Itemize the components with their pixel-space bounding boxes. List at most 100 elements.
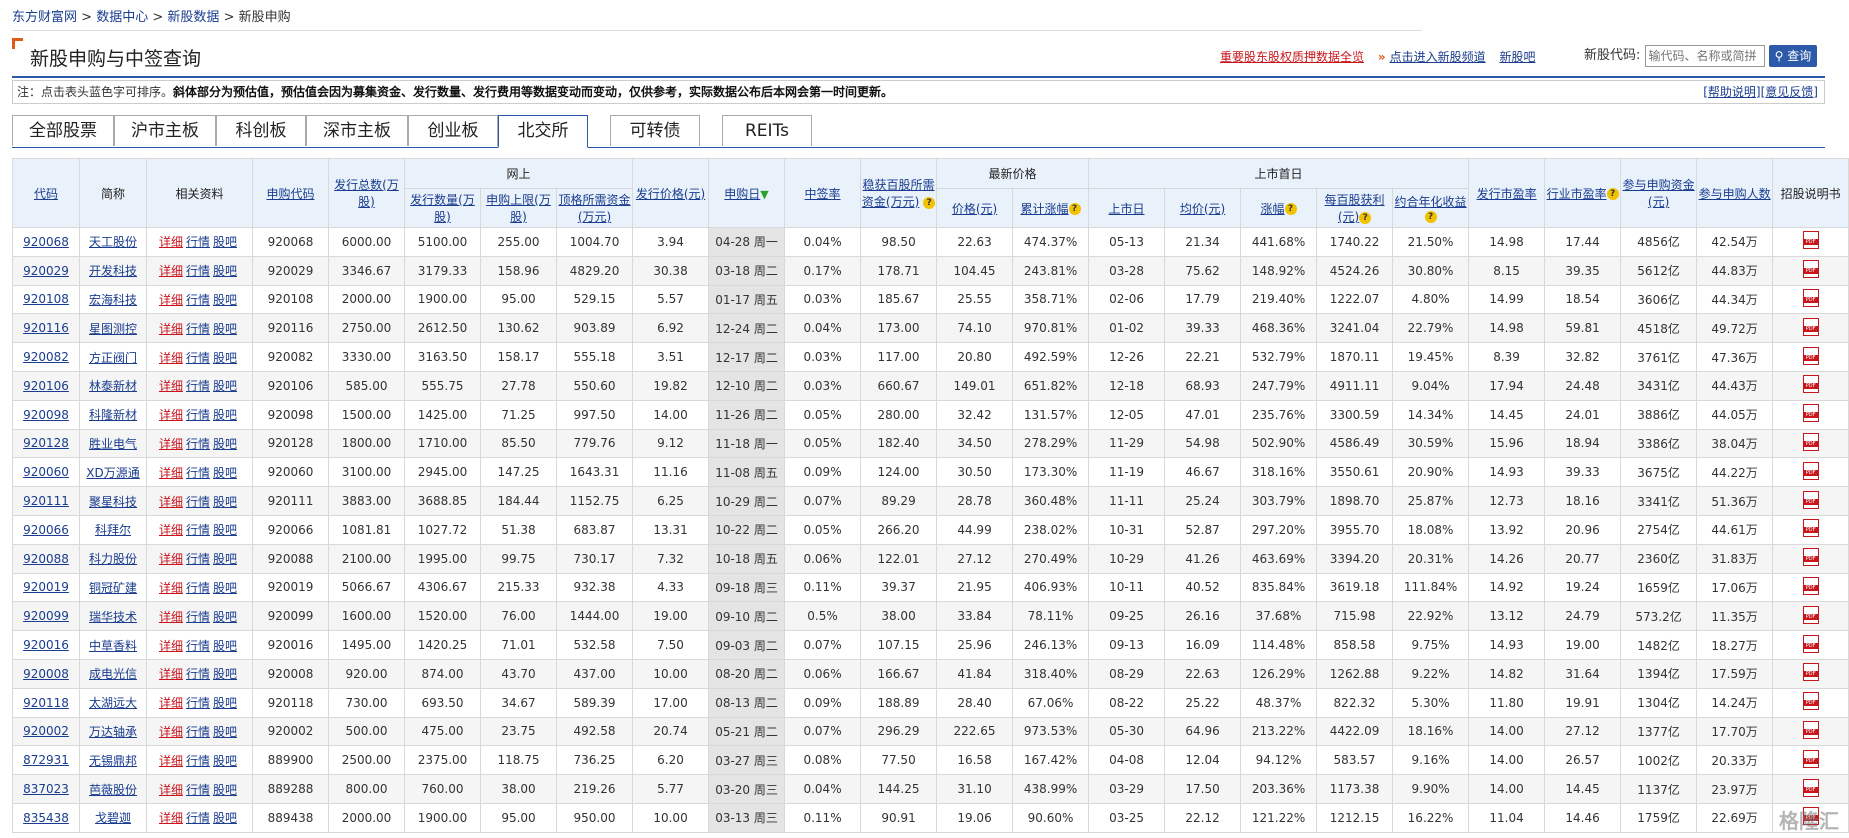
pdf-icon[interactable] <box>1802 720 1819 739</box>
help-icon[interactable]: ? <box>1359 211 1372 224</box>
forum-link[interactable]: 股吧 <box>213 466 237 480</box>
th-online-limit[interactable]: 申购上限(万股) <box>480 188 557 228</box>
pdf-icon[interactable] <box>1802 288 1819 307</box>
th-sub-code[interactable]: 申购代码 <box>252 158 329 228</box>
cell-code[interactable]: 920002 <box>12 716 80 747</box>
forum-link[interactable]: 股吧 <box>213 235 237 249</box>
cell-name[interactable]: 星图测控 <box>79 313 147 344</box>
th-rate[interactable]: 中签率 <box>784 158 862 228</box>
detail-link[interactable]: 详细 <box>159 610 183 624</box>
forum-link[interactable]: 股吧 <box>213 264 237 278</box>
cell-name[interactable]: 无锡鼎邦 <box>79 745 147 776</box>
th-issue-pe[interactable]: 发行市盈率 <box>1468 158 1546 228</box>
tab-convertible[interactable]: 可转债 <box>610 115 700 146</box>
pdf-icon[interactable] <box>1802 519 1819 538</box>
cell-name[interactable]: 戈碧迦 <box>79 802 147 833</box>
cell-code[interactable]: 920098 <box>12 399 80 430</box>
detail-link[interactable]: 详细 <box>159 264 183 278</box>
cell-prospectus[interactable] <box>1772 486 1849 516</box>
cell-name[interactable]: 科隆新材 <box>79 399 147 430</box>
forum-link[interactable]: 股吧 <box>213 495 237 509</box>
forum-link[interactable]: 股吧 <box>213 379 237 393</box>
quote-link[interactable]: 行情 <box>186 610 210 624</box>
cell-code[interactable]: 837023 <box>12 774 80 804</box>
pdf-icon[interactable] <box>1802 404 1819 423</box>
cell-code[interactable]: 920118 <box>12 687 80 718</box>
new-stock-bar-link[interactable]: 新股吧 <box>1499 50 1535 64</box>
quote-link[interactable]: 行情 <box>186 552 210 566</box>
detail-link[interactable]: 详细 <box>159 408 183 422</box>
quote-link[interactable]: 行情 <box>186 639 210 653</box>
quote-link[interactable]: 行情 <box>186 667 210 681</box>
pdf-icon[interactable] <box>1802 692 1819 711</box>
cell-prospectus[interactable] <box>1772 284 1849 315</box>
cell-name[interactable]: 成电光信 <box>79 658 147 689</box>
quote-link[interactable]: 行情 <box>186 379 210 393</box>
pdf-icon[interactable] <box>1802 778 1819 797</box>
pdf-icon[interactable] <box>1802 749 1819 768</box>
forum-link[interactable]: 股吧 <box>213 667 237 681</box>
forum-link[interactable]: 股吧 <box>213 408 237 422</box>
cell-prospectus[interactable] <box>1772 601 1849 632</box>
cell-prospectus[interactable] <box>1772 774 1849 804</box>
cell-prospectus[interactable] <box>1772 457 1849 488</box>
cell-code[interactable]: 835438 <box>12 802 80 833</box>
pledge-link[interactable]: 重要股东股权质押数据全览 <box>1220 50 1364 64</box>
breadcrumb-home[interactable]: 东方财富网 <box>12 10 77 25</box>
forum-link[interactable]: 股吧 <box>213 581 237 595</box>
cell-code[interactable]: 920099 <box>12 601 80 632</box>
th-latest-price[interactable]: 价格(元) <box>936 188 1014 228</box>
th-cum-gain[interactable]: 累计涨幅? <box>1012 188 1090 228</box>
detail-link[interactable]: 详细 <box>159 437 183 451</box>
detail-link[interactable]: 详细 <box>159 552 183 566</box>
tab-star[interactable]: 科创板 <box>216 115 306 146</box>
cell-prospectus[interactable] <box>1772 313 1849 344</box>
quote-link[interactable]: 行情 <box>186 264 210 278</box>
forum-link[interactable]: 股吧 <box>213 754 237 768</box>
detail-link[interactable]: 详细 <box>159 495 183 509</box>
forum-link[interactable]: 股吧 <box>213 725 237 739</box>
quote-link[interactable]: 行情 <box>186 293 210 307</box>
cell-prospectus[interactable] <box>1772 255 1849 286</box>
cell-name[interactable]: 天工股份 <box>79 227 147 257</box>
help-icon[interactable]: ? <box>923 196 936 209</box>
th-total-issue[interactable]: 发行总数(万股) <box>328 158 405 228</box>
quote-link[interactable]: 行情 <box>186 725 210 739</box>
quote-link[interactable]: 行情 <box>186 523 210 537</box>
pdf-icon[interactable] <box>1802 346 1819 365</box>
cell-name[interactable]: 中草香料 <box>79 630 147 660</box>
cell-code[interactable]: 920008 <box>12 658 80 689</box>
cell-name[interactable]: 万达轴承 <box>79 716 147 747</box>
detail-link[interactable]: 详细 <box>159 379 183 393</box>
cell-prospectus[interactable] <box>1772 342 1849 372</box>
detail-link[interactable]: 详细 <box>159 696 183 710</box>
forum-link[interactable]: 股吧 <box>213 523 237 537</box>
cell-name[interactable]: 开发科技 <box>79 255 147 286</box>
cell-code[interactable]: 920106 <box>12 370 80 401</box>
detail-link[interactable]: 详细 <box>159 581 183 595</box>
tab-all[interactable]: 全部股票 <box>12 115 114 146</box>
cell-code[interactable]: 920088 <box>12 543 80 574</box>
quote-link[interactable]: 行情 <box>186 581 210 595</box>
detail-link[interactable]: 详细 <box>159 725 183 739</box>
cell-name[interactable]: 林泰新材 <box>79 370 147 401</box>
help-link[interactable]: [帮助说明] <box>1703 85 1760 99</box>
pdf-icon[interactable] <box>1802 605 1819 624</box>
quote-link[interactable]: 行情 <box>186 754 210 768</box>
cell-name[interactable]: 聚星科技 <box>79 486 147 516</box>
detail-link[interactable]: 详细 <box>159 466 183 480</box>
pdf-icon[interactable] <box>1802 576 1819 595</box>
cell-prospectus[interactable] <box>1772 428 1849 459</box>
pdf-icon[interactable] <box>1802 548 1819 567</box>
feedback-link[interactable]: [意见反馈] <box>1761 85 1818 99</box>
cell-code[interactable]: 920108 <box>12 284 80 315</box>
cell-code[interactable]: 920016 <box>12 630 80 660</box>
detail-link[interactable]: 详细 <box>159 667 183 681</box>
th-code[interactable]: 代码 <box>12 158 80 228</box>
th-avg-price[interactable]: 均价(元) <box>1164 188 1242 228</box>
cell-name[interactable]: XD万源通 <box>79 457 147 488</box>
cell-name[interactable]: 宏海科技 <box>79 284 147 315</box>
cell-name[interactable]: 铜冠矿建 <box>79 572 147 603</box>
th-list-date[interactable]: 上市日 <box>1088 188 1166 228</box>
cell-code[interactable]: 920128 <box>12 428 80 459</box>
